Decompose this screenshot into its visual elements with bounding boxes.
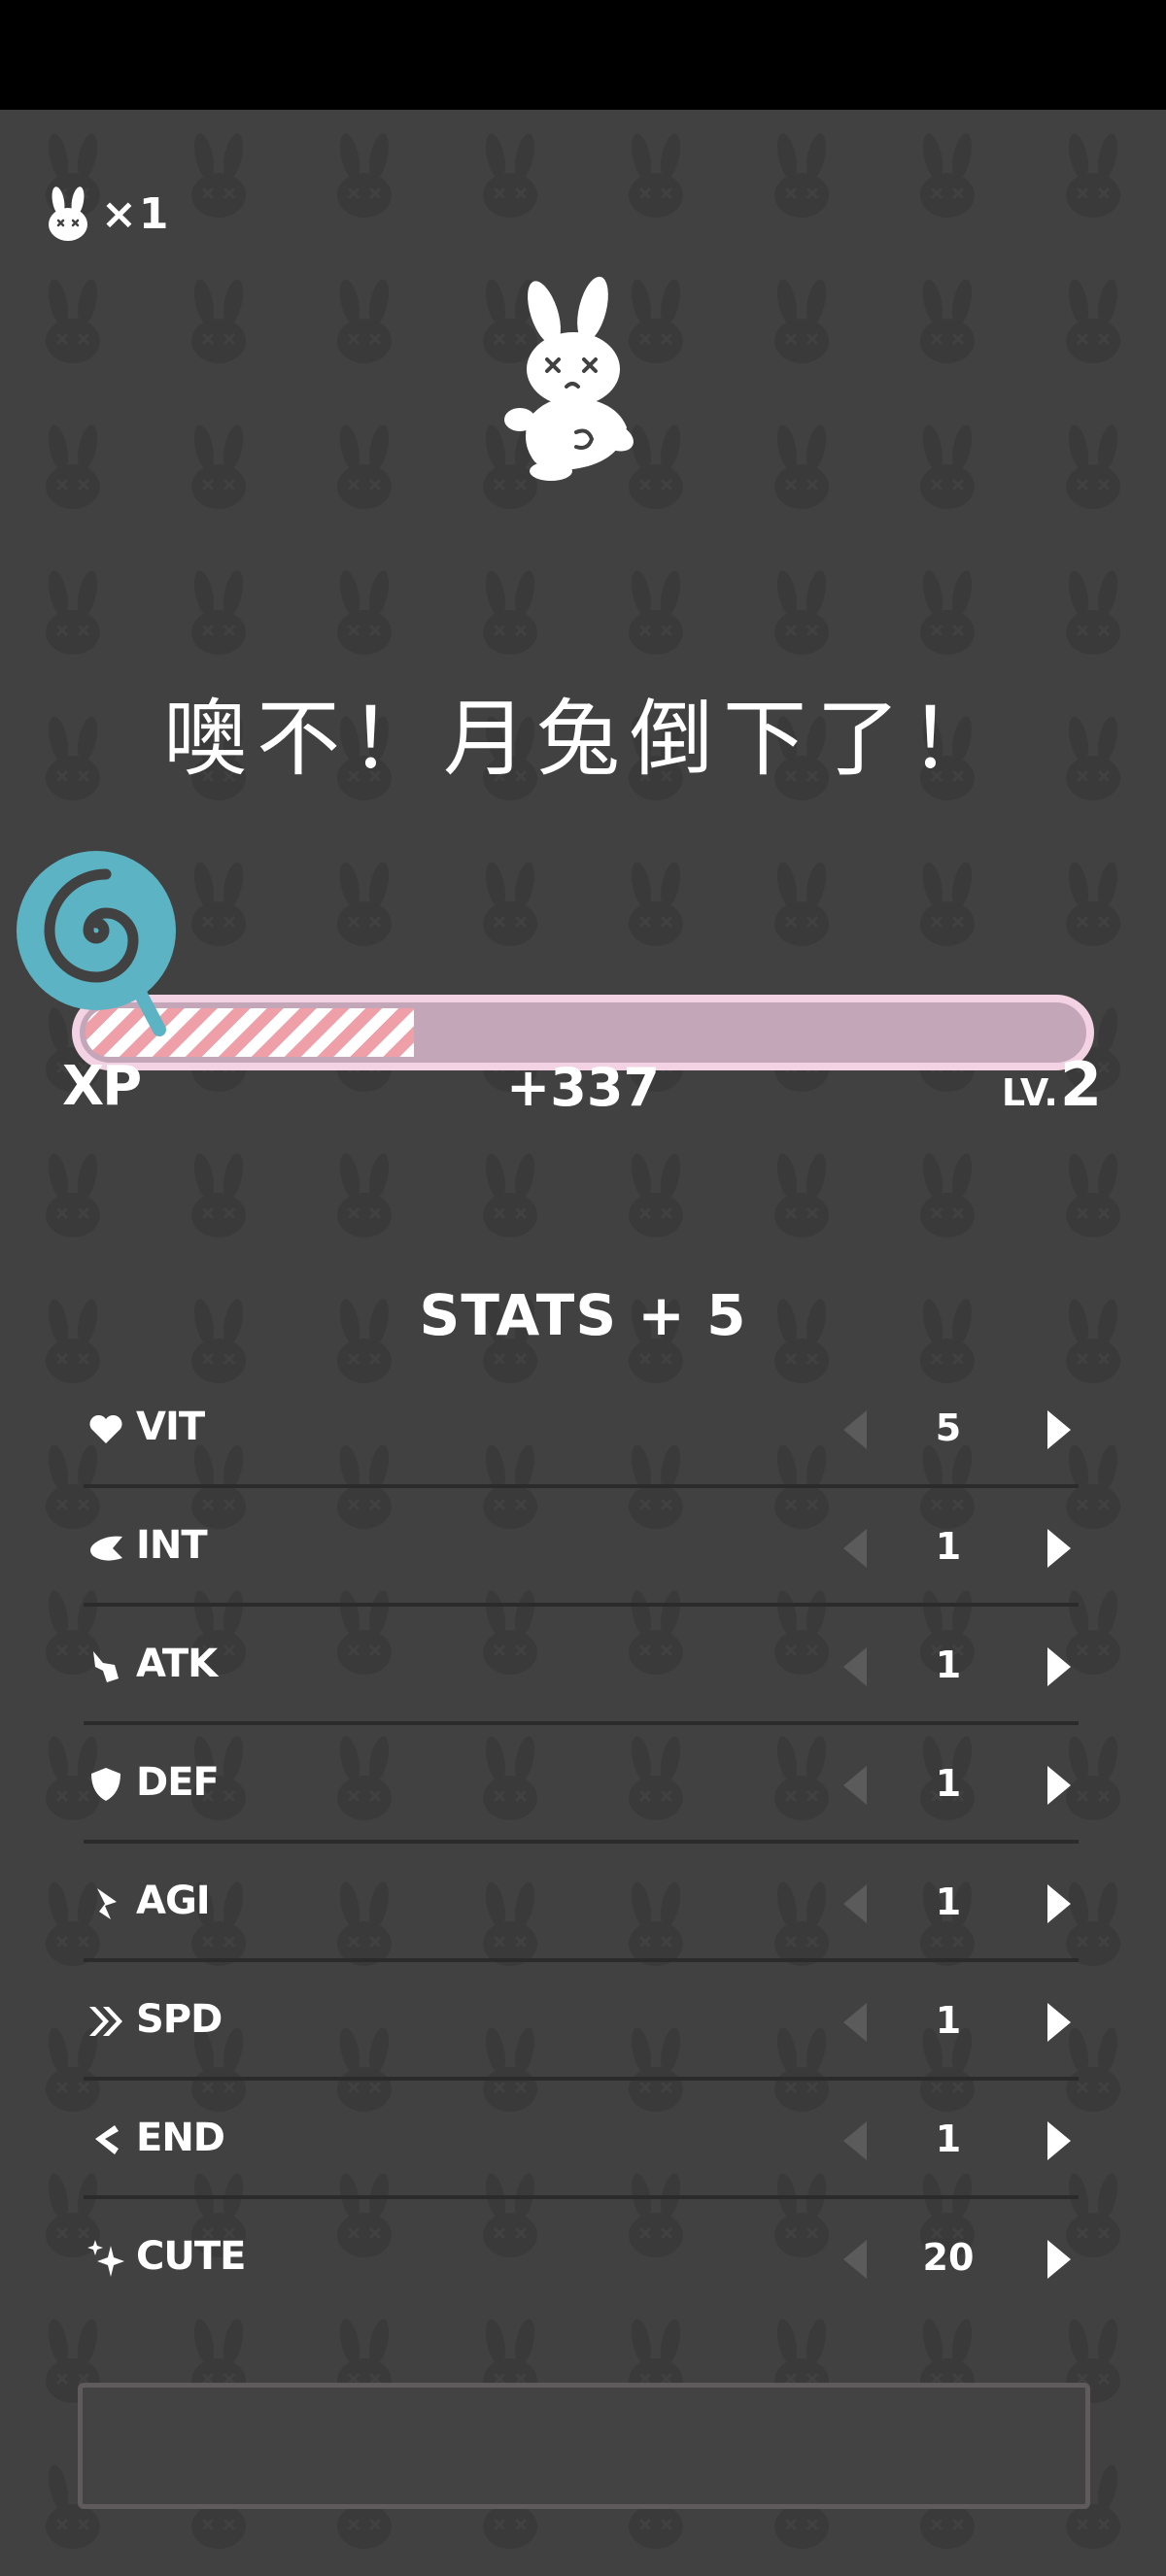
shield-icon — [91, 1768, 120, 1801]
game-over-title: 噢不！月兔倒下了！ — [163, 691, 1003, 788]
lives-counter: ×1 — [45, 185, 170, 243]
increase-def-button[interactable] — [1042, 1762, 1077, 1809]
lives-count: ×1 — [101, 188, 171, 239]
status-bar — [0, 0, 1166, 110]
stat-value: 1 — [935, 1525, 962, 1568]
stat-value: 1 — [935, 1999, 962, 2042]
increase-vit-button[interactable] — [1042, 1407, 1077, 1453]
stats-title: STATS + 5 — [419, 1282, 747, 1348]
stat-row-spd: SPD 1 — [84, 1962, 1079, 2081]
stat-value: 20 — [922, 2236, 975, 2279]
increase-int-button[interactable] — [1042, 1525, 1077, 1572]
stat-row-cute: CUTE 20 — [84, 2199, 1079, 2318]
level-prefix: LV. — [1001, 1071, 1058, 1114]
increase-atk-button[interactable] — [1042, 1644, 1077, 1690]
increase-end-button[interactable] — [1042, 2118, 1077, 2164]
stat-row-def: DEF 1 — [84, 1725, 1079, 1844]
xp-gain: +337 — [506, 1057, 660, 1118]
decrease-int-button[interactable] — [838, 1525, 873, 1572]
heart-icon — [89, 1414, 122, 1443]
stat-value: 1 — [935, 1881, 962, 1923]
double-chevron-icon — [89, 2007, 122, 2036]
stat-value: 1 — [935, 2118, 962, 2160]
stat-name: ATK — [136, 1642, 218, 1686]
stats-list: VIT 5 INT 1 ATK 1 DEF 1 AGI 1 SPD 1 END … — [84, 1370, 1079, 2318]
increase-spd-button[interactable] — [1042, 1999, 1077, 2046]
stat-value: 1 — [935, 1644, 962, 1686]
fallen-bunny-icon — [504, 276, 634, 481]
stat-row-end: END 1 — [84, 2081, 1079, 2199]
decrease-def-button[interactable] — [838, 1762, 873, 1809]
increase-agi-button[interactable] — [1042, 1881, 1077, 1927]
increase-cute-button[interactable] — [1042, 2236, 1077, 2283]
sparkle-icon — [87, 2240, 124, 2277]
confirm-button[interactable] — [78, 2383, 1090, 2509]
stat-name: SPD — [136, 1997, 223, 2042]
decrease-end-button[interactable] — [838, 2118, 873, 2164]
stat-row-int: INT 1 — [84, 1488, 1079, 1607]
decrease-atk-button[interactable] — [838, 1644, 873, 1690]
stat-row-atk: ATK 1 — [84, 1607, 1079, 1725]
dash-icon — [97, 1888, 117, 1919]
stat-name: DEF — [136, 1760, 220, 1805]
stat-row-vit: VIT 5 — [84, 1370, 1079, 1488]
decrease-spd-button[interactable] — [838, 1999, 873, 2046]
decrease-vit-button[interactable] — [838, 1407, 873, 1453]
brain-icon — [90, 1536, 122, 1561]
boot-icon — [95, 2125, 119, 2154]
stat-value: 5 — [935, 1407, 962, 1449]
claw-icon — [93, 1651, 119, 1682]
stat-name: AGI — [136, 1879, 211, 1923]
lollipop-icon — [17, 851, 176, 1036]
decrease-agi-button[interactable] — [838, 1881, 873, 1927]
stat-value: 1 — [935, 1762, 962, 1805]
stat-name: END — [136, 2116, 225, 2160]
stat-name: CUTE — [136, 2234, 246, 2279]
stat-name: VIT — [136, 1405, 205, 1449]
decrease-cute-button[interactable] — [838, 2236, 873, 2283]
level-value: 2 — [1059, 1049, 1102, 1120]
level-indicator: LV. 2 — [1002, 1049, 1102, 1120]
stat-row-agi: AGI 1 — [84, 1844, 1079, 1962]
bunny-head-icon — [49, 186, 87, 241]
stat-name: INT — [136, 1523, 208, 1568]
